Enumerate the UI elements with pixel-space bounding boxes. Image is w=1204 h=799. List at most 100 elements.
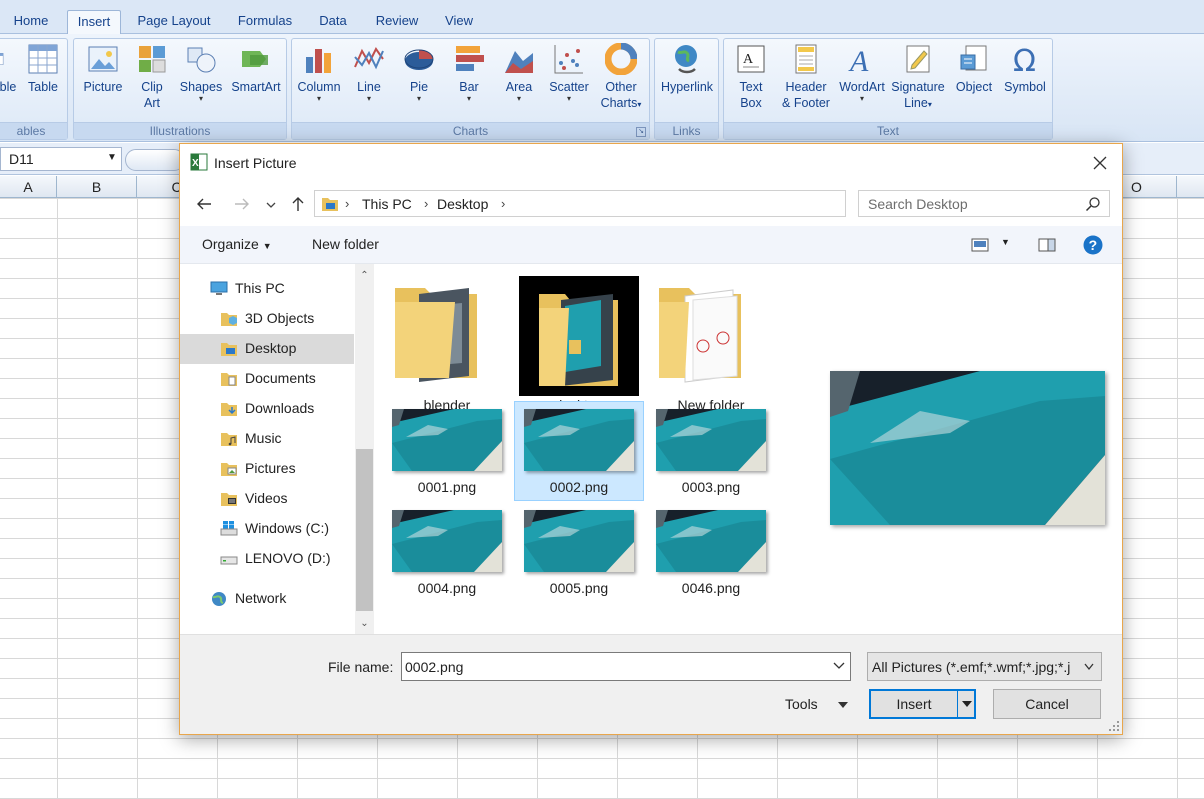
other-charts-button[interactable]: Other Charts▾ bbox=[596, 43, 646, 113]
table-button[interactable]: Table bbox=[21, 43, 65, 95]
nav-item-downloads[interactable]: Downloads bbox=[180, 394, 354, 424]
smartart-button[interactable]: SmartArt bbox=[228, 43, 284, 95]
file-item[interactable]: 0003.png bbox=[646, 401, 776, 501]
folder-icon bbox=[519, 276, 639, 396]
file-item[interactable]: 0001.png bbox=[382, 401, 512, 501]
tab-formulas[interactable]: Formulas bbox=[228, 10, 302, 34]
search-input[interactable]: Search Desktop bbox=[868, 196, 968, 212]
address-bar[interactable]: › This PC › Desktop › bbox=[314, 190, 974, 217]
up-arrow-icon[interactable] bbox=[288, 194, 308, 214]
dialog-title-bar[interactable]: X Insert Picture bbox=[180, 144, 1122, 182]
preview-pane-icon[interactable] bbox=[1038, 238, 1056, 252]
nav-item-windows-c[interactable]: Windows (C:) bbox=[180, 514, 354, 544]
pivot-table-icon bbox=[0, 53, 4, 65]
chevron-down-icon: ▾ bbox=[466, 94, 471, 103]
file-type-select[interactable]: All Pictures (*.emf;*.wmf;*.jpg;*.j bbox=[867, 652, 1102, 681]
chevron-right-icon[interactable]: › bbox=[424, 195, 428, 213]
file-item[interactable]: 0004.png bbox=[382, 502, 512, 602]
bar-chart-button[interactable]: Bar ▾ bbox=[446, 43, 492, 103]
file-item[interactable]: 0002.png bbox=[514, 401, 644, 501]
chevron-down-icon: ▾ bbox=[416, 94, 421, 103]
search-box[interactable]: Search Desktop bbox=[858, 190, 1110, 217]
tab-page-layout[interactable]: Page Layout bbox=[130, 10, 218, 34]
group-label-charts: Charts bbox=[292, 122, 649, 139]
nav-item-lenovo-d[interactable]: LENOVO (D:) bbox=[180, 544, 354, 574]
chevron-down-icon[interactable] bbox=[837, 700, 849, 710]
file-item[interactable]: 0046.png bbox=[646, 502, 776, 602]
tools-button[interactable]: Tools bbox=[785, 696, 818, 712]
nav-item-music[interactable]: Music bbox=[180, 424, 354, 454]
text-box-button[interactable]: A Text Box bbox=[728, 43, 774, 111]
forward-arrow-icon[interactable] bbox=[232, 194, 252, 214]
header-footer-button[interactable]: Header & Footer bbox=[776, 43, 836, 111]
scatter-chart-button[interactable]: Scatter ▾ bbox=[546, 43, 592, 103]
change-view-icon[interactable] bbox=[971, 238, 989, 252]
scroll-up-icon[interactable]: ⌃ bbox=[355, 267, 374, 285]
picture-button[interactable]: Picture bbox=[78, 43, 128, 95]
column-chart-button[interactable]: Column ▾ bbox=[294, 43, 344, 103]
tab-home[interactable]: Home bbox=[4, 10, 58, 34]
dialog-launcher-icon[interactable]: ↘ bbox=[636, 127, 646, 137]
object-button[interactable]: Object bbox=[950, 43, 998, 95]
formula-cancel-control[interactable] bbox=[125, 149, 185, 171]
chevron-right-icon[interactable]: › bbox=[501, 195, 505, 213]
chevron-down-icon[interactable] bbox=[832, 660, 846, 672]
line-chart-button[interactable]: Line ▾ bbox=[346, 43, 392, 103]
organize-label: Organize bbox=[202, 236, 259, 252]
other-label: Other bbox=[605, 80, 637, 94]
resize-grip-icon[interactable] bbox=[1108, 720, 1120, 732]
tab-data[interactable]: Data bbox=[310, 10, 356, 34]
shapes-icon bbox=[187, 47, 216, 73]
doughnut-chart-icon bbox=[605, 43, 637, 75]
close-icon[interactable] bbox=[1088, 151, 1112, 175]
organize-button[interactable]: Organize ▼ bbox=[202, 236, 272, 252]
clip-art-button[interactable]: Clip Art bbox=[132, 43, 172, 111]
tab-insert[interactable]: Insert bbox=[67, 10, 121, 34]
nav-item-3d-objects[interactable]: 3D Objects bbox=[180, 304, 354, 334]
chevron-right-icon[interactable]: › bbox=[345, 195, 349, 213]
file-item[interactable]: 0005.png bbox=[514, 502, 644, 602]
dialog-footer: File name: All Pictures (*.emf;*.wmf;*.j… bbox=[180, 634, 1122, 734]
nav-item-this-pc[interactable]: This PC bbox=[180, 274, 354, 304]
scroll-down-icon[interactable]: ⌄ bbox=[355, 615, 374, 633]
insert-button[interactable]: Insert bbox=[869, 689, 976, 719]
nav-item-desktop[interactable]: Desktop bbox=[180, 334, 354, 364]
pivot-table-button[interactable]: ble bbox=[0, 43, 19, 95]
signature-line-button[interactable]: Signature Line▾ bbox=[888, 43, 948, 113]
new-folder-button[interactable]: New folder bbox=[312, 236, 379, 252]
cancel-button[interactable]: Cancel bbox=[993, 689, 1101, 719]
breadcrumb-desktop[interactable]: Desktop bbox=[437, 195, 488, 213]
tab-view[interactable]: View bbox=[436, 10, 482, 34]
wordart-button[interactable]: A WordArt ▾ bbox=[836, 43, 888, 103]
recent-locations-chevron-icon[interactable] bbox=[264, 194, 278, 214]
chevron-down-icon[interactable]: ▼ bbox=[107, 152, 117, 163]
back-arrow-icon[interactable] bbox=[194, 194, 214, 214]
symbol-button[interactable]: Ω Symbol bbox=[1000, 43, 1050, 95]
hyperlink-button[interactable]: Hyperlink bbox=[657, 43, 717, 95]
chevron-down-icon[interactable]: ▼ bbox=[1001, 237, 1010, 247]
nav-item-documents[interactable]: Documents bbox=[180, 364, 354, 394]
pie-chart-button[interactable]: Pie ▾ bbox=[396, 43, 442, 103]
folder-item[interactable]: desktop bbox=[514, 272, 644, 413]
tab-review[interactable]: Review bbox=[366, 10, 428, 34]
help-icon[interactable]: ? bbox=[1083, 235, 1103, 255]
scatter-label: Scatter bbox=[549, 80, 589, 94]
search-icon[interactable] bbox=[1085, 196, 1101, 212]
breadcrumb-this-pc[interactable]: This PC bbox=[362, 195, 412, 213]
nav-item-network[interactable]: Network bbox=[180, 584, 354, 614]
nav-item-pictures[interactable]: Pictures bbox=[180, 454, 354, 484]
name-box[interactable]: D11 bbox=[0, 147, 122, 171]
area-chart-button[interactable]: Area ▾ bbox=[496, 43, 542, 103]
file-name-input[interactable] bbox=[401, 652, 851, 681]
folder-item[interactable]: blender bbox=[382, 272, 512, 413]
image-thumbnail bbox=[656, 510, 766, 572]
column-header-b[interactable]: B bbox=[57, 176, 137, 198]
chevron-down-icon: ▾ bbox=[198, 94, 203, 103]
insert-options-dropdown-icon[interactable] bbox=[962, 699, 972, 709]
nav-item-label: LENOVO (D:) bbox=[245, 550, 331, 566]
nav-item-videos[interactable]: Videos bbox=[180, 484, 354, 514]
nav-scrollbar-thumb[interactable] bbox=[356, 449, 373, 611]
shapes-button[interactable]: Shapes ▾ bbox=[176, 43, 226, 103]
column-header-a[interactable]: A bbox=[0, 176, 57, 198]
folder-item[interactable]: New folder bbox=[646, 272, 776, 413]
